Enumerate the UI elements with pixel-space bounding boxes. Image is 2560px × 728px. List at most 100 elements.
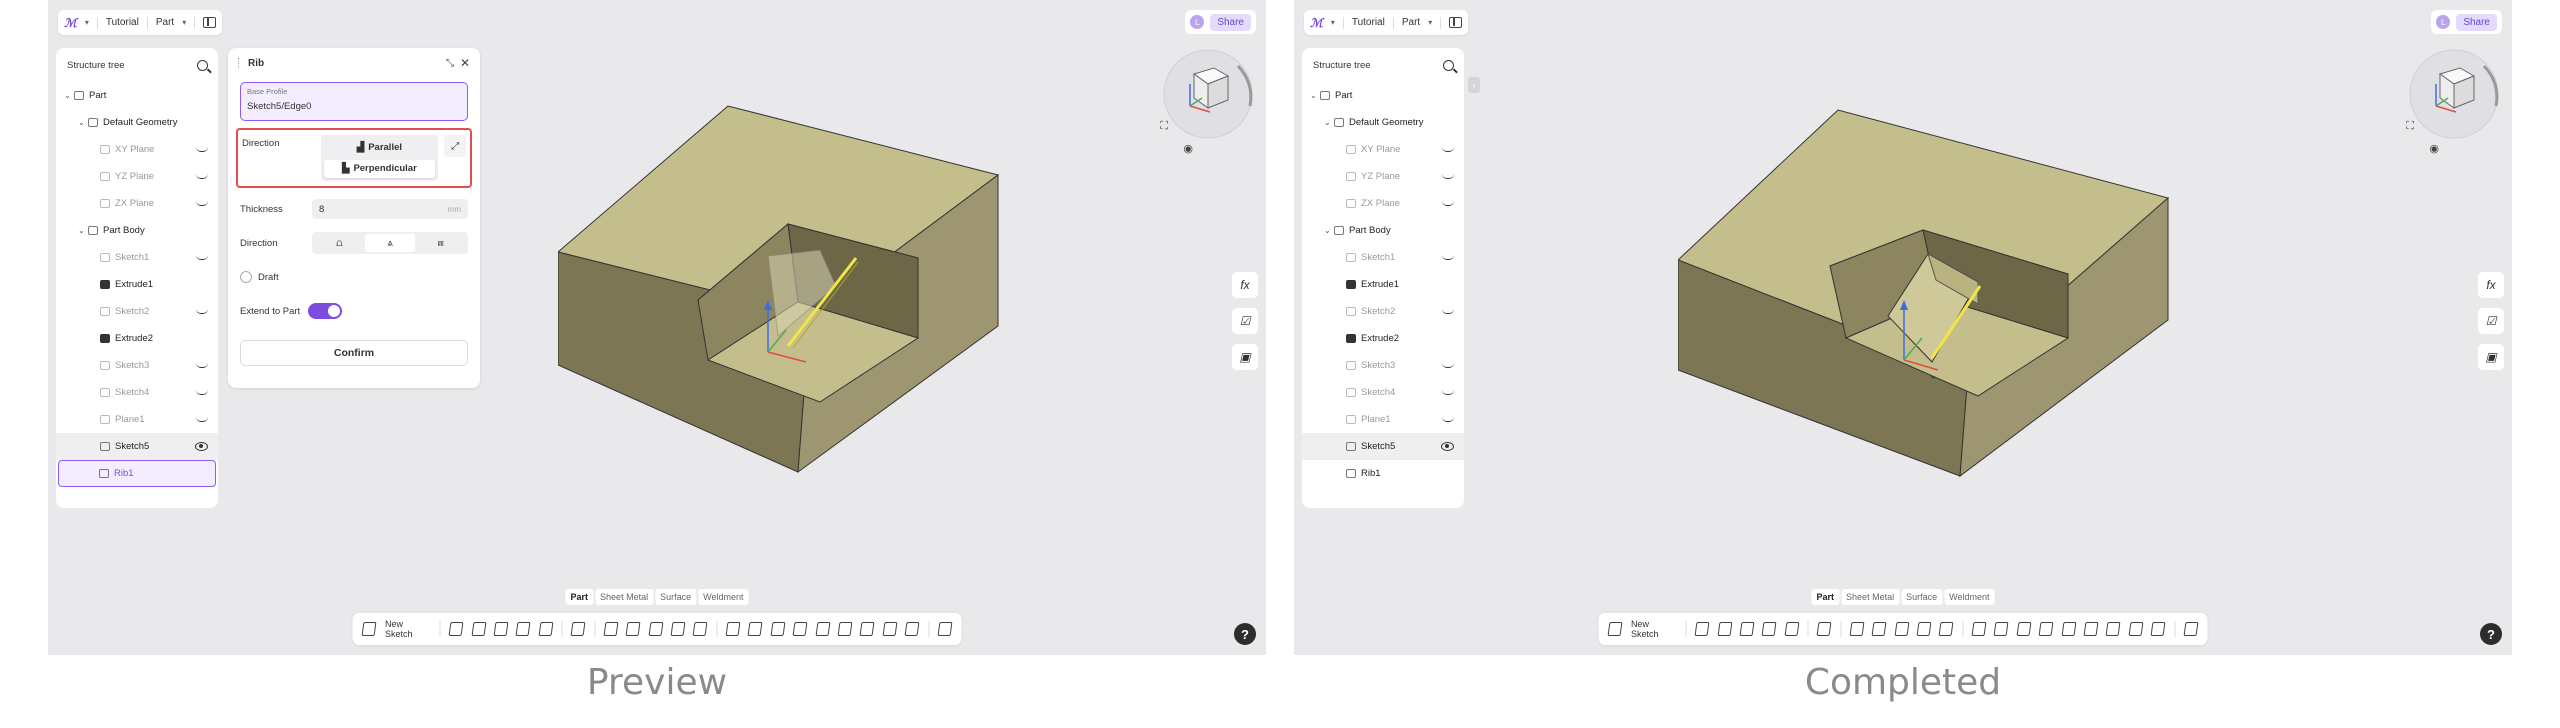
calculator-icon[interactable]: ▣ — [1232, 344, 1258, 370]
hole-tool-icon[interactable] — [570, 622, 587, 636]
parallel-option[interactable]: ▟ Parallel — [324, 138, 436, 157]
tab-surface[interactable]: Surface — [655, 589, 697, 605]
tree-item-part[interactable]: ⌄ Part — [1302, 82, 1464, 109]
plane-tool-icon[interactable] — [2128, 622, 2144, 636]
tab-weldment[interactable]: Weldment — [698, 589, 749, 605]
eye-open-icon[interactable] — [1441, 442, 1454, 451]
share-button[interactable]: Share — [1210, 13, 1251, 31]
chevron-down-icon[interactable]: ⌄ — [1310, 91, 1320, 100]
flip-direction-icon[interactable]: ⤢ — [444, 135, 466, 157]
revolve-tool-icon[interactable] — [1717, 622, 1733, 636]
chevron-down-icon[interactable]: ⌄ — [78, 118, 88, 127]
help-button[interactable]: ? — [2480, 623, 2502, 645]
tree-item-extrude1[interactable]: Extrude1 — [1302, 271, 1464, 298]
fillet-tool-icon[interactable] — [603, 622, 619, 636]
scale-tool-icon[interactable] — [2083, 622, 2099, 636]
thicken-tool-icon[interactable] — [1938, 622, 1955, 636]
rib-tool-icon[interactable] — [1784, 622, 1800, 636]
eye-closed-icon[interactable] — [1442, 363, 1454, 368]
tree-item-sketch4[interactable]: Sketch4 — [56, 379, 218, 406]
tree-item-plane1[interactable]: Plane1 — [1302, 406, 1464, 433]
eye-closed-icon[interactable] — [196, 309, 208, 314]
formula-icon[interactable]: fx — [1232, 272, 1258, 298]
tab-part[interactable]: Part — [565, 589, 594, 605]
perpendicular-option[interactable]: ▙ Perpendicular — [323, 159, 436, 178]
eye-closed-icon[interactable] — [1442, 174, 1454, 179]
measure-tool-icon[interactable] — [937, 622, 953, 636]
new-sketch-icon[interactable] — [361, 622, 377, 636]
new-sketch-button[interactable]: New Sketch — [385, 619, 431, 639]
boolean-tool-icon[interactable] — [2016, 622, 2032, 636]
axis-tool-icon[interactable] — [2150, 622, 2167, 636]
extrude-tool-icon[interactable] — [1694, 622, 1711, 636]
revolve-tool-icon[interactable] — [471, 622, 487, 636]
view-cube[interactable] — [2406, 46, 2502, 142]
layout-panel-icon[interactable] — [1449, 17, 1463, 28]
eye-closed-icon[interactable] — [1442, 201, 1454, 206]
share-button[interactable]: Share — [2456, 13, 2497, 31]
model-preview[interactable] — [558, 100, 1118, 480]
avatar[interactable]: L — [2436, 15, 2451, 29]
help-button[interactable]: ? — [1234, 623, 1256, 645]
symmetric-icon[interactable]: ⩓ — [364, 234, 416, 252]
tree-item-sketch5[interactable]: Sketch5 — [1302, 433, 1464, 460]
fit-view-icon[interactable]: ⛶ — [1160, 120, 1168, 133]
tree-item-xy-plane[interactable]: XY Plane — [56, 136, 218, 163]
side-two-icon[interactable]: ⩎ — [415, 234, 466, 252]
sweep-tool-icon[interactable] — [1739, 622, 1755, 636]
confirm-button[interactable]: Confirm — [240, 340, 468, 366]
view-cube-icon[interactable] — [1160, 46, 1256, 142]
tree-item-part[interactable]: ⌄ Part — [56, 82, 218, 109]
tab-part[interactable]: Part — [1811, 589, 1840, 605]
breadcrumb-part[interactable]: Part — [156, 17, 174, 28]
tree-item-sketch4[interactable]: Sketch4 — [1302, 379, 1464, 406]
measure-tool-icon[interactable] — [2183, 622, 2199, 636]
layout-panel-icon[interactable] — [203, 17, 217, 28]
tree-item-zx-plane[interactable]: ZX Plane — [1302, 190, 1464, 217]
shell-tool-icon[interactable] — [648, 622, 664, 636]
rib-tool-icon[interactable] — [538, 622, 554, 636]
app-logo-icon[interactable]: ℳ — [64, 16, 77, 30]
draft-tool-icon[interactable] — [670, 622, 686, 636]
tree-item-sketch1[interactable]: Sketch1 — [56, 244, 218, 271]
move-tool-icon[interactable] — [815, 622, 831, 636]
app-logo-icon[interactable]: ℳ — [1310, 16, 1323, 30]
checklist-icon[interactable]: ☑ — [2478, 308, 2504, 334]
eye-closed-icon[interactable] — [196, 417, 208, 422]
mirror-tool-icon[interactable] — [1993, 622, 2010, 636]
tree-item-default-geometry[interactable]: ⌄ Default Geometry — [56, 109, 218, 136]
mirror-tool-icon[interactable] — [747, 622, 764, 636]
draft-tool-icon[interactable] — [1916, 622, 1932, 636]
tree-item-sketch2[interactable]: Sketch2 — [56, 298, 218, 325]
combine-tool-icon[interactable] — [859, 622, 876, 636]
checklist-icon[interactable]: ☑ — [1232, 308, 1258, 334]
search-icon[interactable] — [1443, 59, 1454, 71]
close-icon[interactable]: ✕ — [460, 56, 470, 70]
tab-surface[interactable]: Surface — [1901, 589, 1943, 605]
eye-closed-icon[interactable] — [1442, 255, 1454, 260]
tree-item-sketch2[interactable]: Sketch2 — [1302, 298, 1464, 325]
eye-closed-icon[interactable] — [1442, 309, 1454, 314]
eye-closed-icon[interactable] — [196, 147, 208, 152]
breadcrumb-part[interactable]: Part — [1402, 17, 1420, 28]
camera-icon[interactable]: ◉ — [2429, 142, 2439, 155]
split-tool-icon[interactable] — [792, 622, 809, 636]
eye-closed-icon[interactable] — [1442, 417, 1454, 422]
move-tool-icon[interactable] — [2061, 622, 2077, 636]
chevron-down-icon[interactable]: ▾ — [182, 18, 186, 27]
new-sketch-icon[interactable] — [1607, 622, 1623, 636]
tree-item-sketch3[interactable]: Sketch3 — [1302, 352, 1464, 379]
eye-closed-icon[interactable] — [196, 255, 208, 260]
shell-tool-icon[interactable] — [1894, 622, 1910, 636]
tree-item-extrude2[interactable]: Extrude2 — [1302, 325, 1464, 352]
chevron-down-icon[interactable]: ▾ — [1331, 18, 1335, 27]
view-cube[interactable] — [1160, 46, 1256, 142]
chevron-down-icon[interactable]: ⌄ — [1324, 118, 1334, 127]
tree-item-plane1[interactable]: Plane1 — [56, 406, 218, 433]
tree-item-zx-plane[interactable]: ZX Plane — [56, 190, 218, 217]
breadcrumb-tutorial[interactable]: Tutorial — [1352, 17, 1385, 28]
sweep-tool-icon[interactable] — [493, 622, 509, 636]
collapse-panel-icon[interactable]: ‹ — [1468, 77, 1480, 93]
eye-closed-icon[interactable] — [1442, 390, 1454, 395]
eye-closed-icon[interactable] — [196, 201, 208, 206]
